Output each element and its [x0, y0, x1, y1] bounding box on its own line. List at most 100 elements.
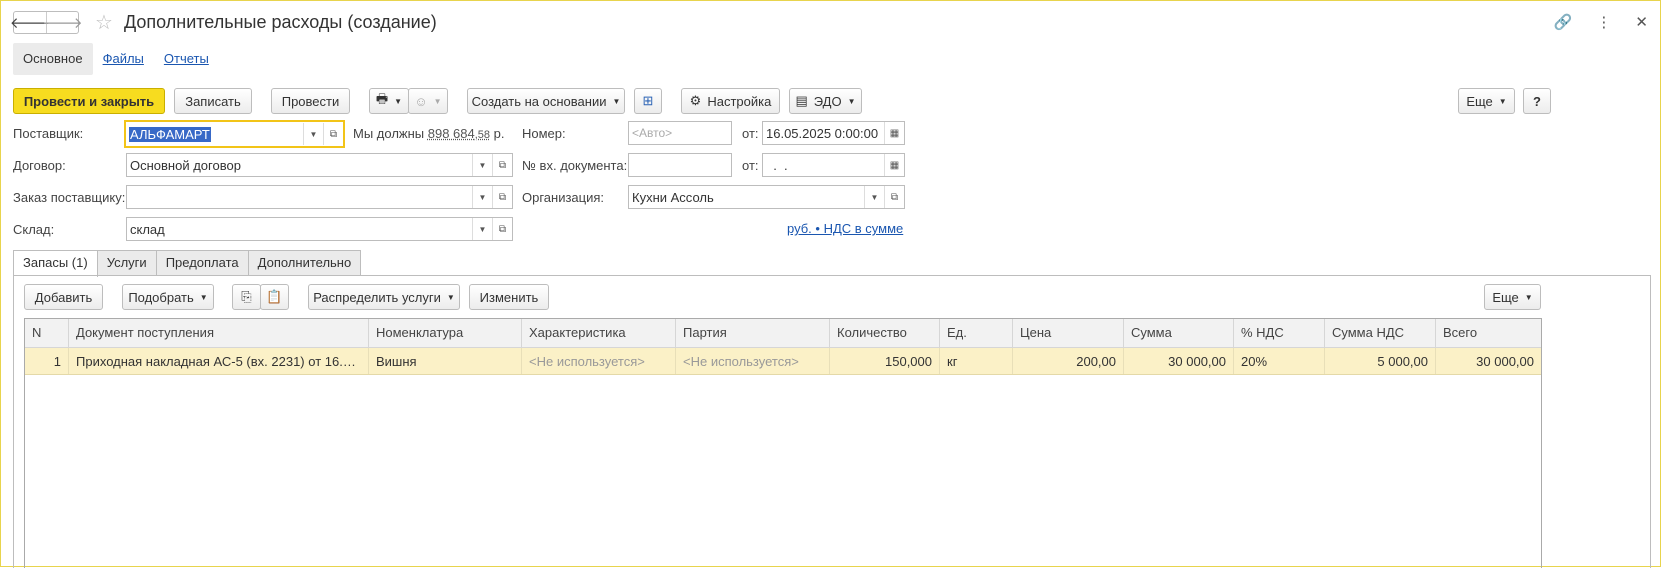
chevron-down-icon[interactable]: ▼ [472, 218, 492, 240]
date-value: 16.05.2025 0:00:00 [766, 125, 879, 141]
org-field[interactable]: Кухни Ассоль ▼ ⧉ [628, 185, 905, 209]
tab-reports[interactable]: Отчеты [154, 43, 219, 75]
cell-vat-rate[interactable]: 20% [1234, 348, 1325, 374]
create-based-on-button[interactable]: Создать на основании ▼ [467, 88, 625, 114]
contract-label: Договор: [13, 158, 66, 173]
table-more-button[interactable]: Еще ▼ [1484, 284, 1541, 310]
cell-number: 1 [25, 348, 69, 374]
column-header[interactable]: % НДС [1234, 319, 1325, 347]
column-header[interactable]: Сумма НДС [1325, 319, 1436, 347]
nav-buttons: 🡐 🡒 [10, 11, 83, 34]
calendar-icon[interactable]: ▦ [884, 122, 904, 144]
add-button[interactable]: Добавить [24, 284, 103, 310]
chevron-down-icon[interactable]: ▼ [472, 154, 492, 176]
contract-value: Основной договор [130, 157, 241, 173]
tab-main[interactable]: Основное [13, 43, 93, 75]
distribute-label: Распределить услуги [313, 289, 441, 305]
calendar-icon[interactable]: ▦ [884, 154, 904, 176]
structure-button[interactable]: ⊞ [634, 88, 662, 114]
cell-nomenclature[interactable]: Вишня [369, 348, 522, 374]
debt-amount: 898 684 [427, 126, 475, 141]
column-header[interactable]: Номенклатура [369, 319, 522, 347]
number-placeholder: <Авто> [632, 126, 673, 140]
tab-additional[interactable]: Дополнительно [247, 250, 362, 276]
favorite-star-icon[interactable]: ☆ [95, 10, 113, 35]
supplier-field[interactable]: АЛЬФАМАРТ ▼ ⧉ [124, 120, 345, 148]
table-row[interactable]: 1 Приходная накладная АС-5 (вх. 2231) от… [25, 348, 1541, 375]
date-field[interactable]: 16.05.2025 0:00:00 ▦ [762, 121, 905, 145]
cell-total[interactable]: 30 000,00 [1436, 348, 1541, 374]
open-icon[interactable]: ⧉ [884, 186, 904, 208]
hierarchy-icon: ⊞ [642, 93, 654, 108]
cell-quantity[interactable]: 150,000 [830, 348, 940, 374]
chevron-down-icon: ▼ [1498, 96, 1507, 106]
document-exchange-icon: ▤ [795, 93, 808, 108]
cell-vat-amount[interactable]: 5 000,00 [1325, 348, 1436, 374]
paste-icon: 📋 [266, 289, 283, 304]
open-icon[interactable]: ⧉ [492, 186, 512, 208]
tab-prepayment[interactable]: Предоплата [155, 250, 249, 276]
change-button[interactable]: Изменить [469, 284, 549, 310]
column-header[interactable]: Цена [1013, 319, 1124, 347]
edo-button[interactable]: ▤ ЭДО ▼ [789, 88, 862, 114]
tab-services[interactable]: Услуги [96, 250, 157, 276]
warehouse-field[interactable]: склад ▼ ⧉ [126, 217, 513, 241]
forward-arrow-icon[interactable]: 🡒 [42, 12, 83, 33]
paste-button[interactable]: 📋 [260, 284, 289, 310]
cell-batch[interactable]: <Не используется> [676, 348, 830, 374]
pick-label: Подобрать [128, 289, 194, 305]
section-tabs: Основное Файлы Отчеты [13, 43, 219, 75]
stock-table: N Документ поступления Номенклатура Хара… [24, 318, 1542, 568]
print-button[interactable]: 🖶 ▼ [369, 88, 409, 114]
cell-characteristic[interactable]: <Не используется> [522, 348, 676, 374]
tab-stock[interactable]: Запасы (1) [13, 250, 98, 277]
order-label: Заказ поставщику: [13, 190, 126, 205]
contract-field[interactable]: Основной договор ▼ ⧉ [126, 153, 513, 177]
cell-price[interactable]: 200,00 [1013, 348, 1124, 374]
open-icon[interactable]: ⧉ [323, 123, 343, 145]
column-header[interactable]: Всего [1436, 319, 1541, 347]
save-button[interactable]: Записать [174, 88, 252, 114]
chevron-down-icon: ▼ [199, 292, 208, 302]
cell-receipt-document[interactable]: Приходная накладная АС-5 (вх. 2231) от 1… [69, 348, 369, 374]
currency-vat-link[interactable]: руб. • НДС в сумме [787, 221, 903, 236]
chevron-down-icon[interactable]: ▼ [472, 186, 492, 208]
more-label: Еще [1466, 93, 1493, 109]
tab-files[interactable]: Файлы [93, 43, 154, 75]
post-and-close-button[interactable]: Провести и закрыть [13, 88, 165, 114]
cell-unit[interactable]: кг [940, 348, 1013, 374]
in-doc-date-field[interactable]: . . ▦ [762, 153, 905, 177]
debt-amount-link[interactable]: 898 684,58 [428, 126, 490, 141]
more-vertical-icon[interactable]: ⋮ [1596, 13, 1611, 31]
open-icon[interactable]: ⧉ [492, 154, 512, 176]
chevron-down-icon[interactable]: ▼ [303, 123, 323, 145]
debt-cents: ,58 [474, 129, 491, 141]
help-button[interactable]: ? [1523, 88, 1551, 114]
in-doc-field[interactable] [628, 153, 732, 177]
column-header[interactable]: Документ поступления [69, 319, 369, 347]
warehouse-label: Склад: [13, 222, 55, 237]
settings-button[interactable]: ⚙ Настройка [681, 88, 780, 114]
column-header[interactable]: Партия [676, 319, 830, 347]
cell-amount[interactable]: 30 000,00 [1124, 348, 1234, 374]
number-label: Номер: [522, 126, 566, 141]
number-field[interactable]: <Авто> [628, 121, 732, 145]
column-header[interactable]: N [25, 319, 69, 347]
debt-info: Мы должны 898 684,58 р. [353, 126, 505, 141]
open-icon[interactable]: ⧉ [492, 218, 512, 240]
column-header[interactable]: Сумма [1124, 319, 1234, 347]
chevron-down-icon[interactable]: ▼ [864, 186, 884, 208]
pick-button[interactable]: Подобрать ▼ [122, 284, 214, 310]
close-icon[interactable]: ✕ [1635, 13, 1648, 31]
link-icon[interactable]: 🔗 [1554, 13, 1573, 31]
post-button[interactable]: Провести [271, 88, 350, 114]
copy-button[interactable]: ⎘ [232, 284, 261, 310]
back-arrow-icon[interactable]: 🡐 [10, 12, 50, 33]
distribute-services-button[interactable]: Распределить услуги ▼ [308, 284, 460, 310]
status-button[interactable]: ☺ ▼ [408, 88, 448, 114]
column-header[interactable]: Количество [830, 319, 940, 347]
column-header[interactable]: Характеристика [522, 319, 676, 347]
order-field[interactable]: ▼ ⧉ [126, 185, 513, 209]
column-header[interactable]: Ед. [940, 319, 1013, 347]
more-button[interactable]: Еще ▼ [1458, 88, 1515, 114]
